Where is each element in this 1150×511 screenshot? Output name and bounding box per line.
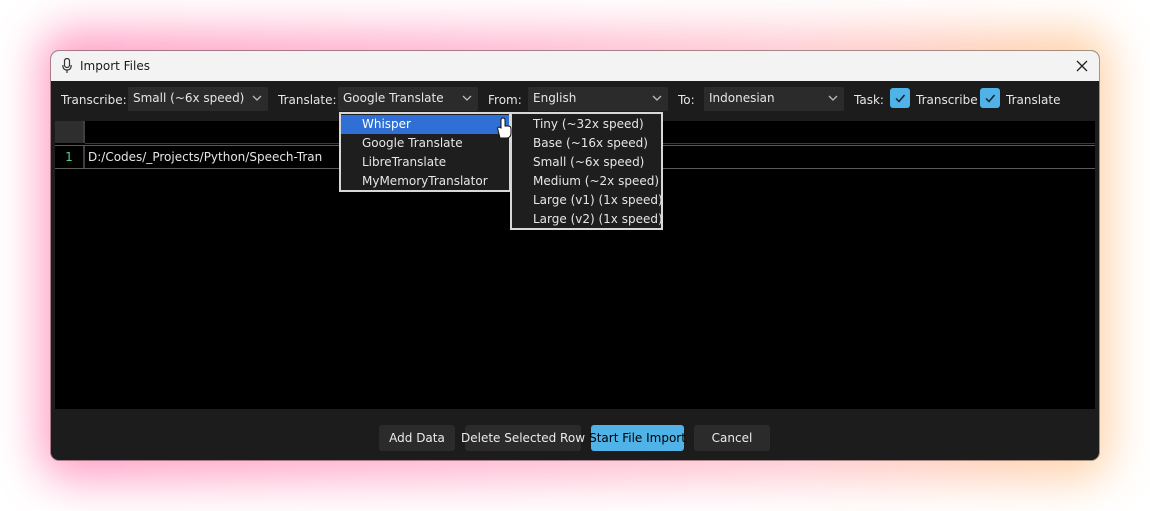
row-number[interactable]: 1 (55, 146, 85, 168)
add-data-button[interactable]: Add Data (379, 425, 455, 451)
table-corner-button[interactable] (55, 121, 85, 143)
translate-engine-menu: Whisper Google Translate LibreTranslate … (339, 112, 511, 192)
menu-item-google-translate[interactable]: Google Translate (341, 134, 509, 153)
from-language-select[interactable]: English (528, 87, 668, 111)
transcribe-checkbox[interactable] (890, 88, 910, 108)
close-icon (1076, 60, 1088, 72)
translate-engine-value: Google Translate (343, 91, 444, 105)
chevron-down-icon (252, 95, 262, 101)
chevron-down-icon (462, 95, 472, 101)
translate-engine-select[interactable]: Google Translate (338, 87, 478, 111)
menu-item-medium[interactable]: Medium (~2x speed) (512, 172, 661, 191)
menu-item-base[interactable]: Base (~16x speed) (512, 134, 661, 153)
start-file-import-button[interactable]: Start File Import (589, 425, 686, 451)
menu-item-tiny[interactable]: Tiny (~32x speed) (512, 115, 661, 134)
hand-cursor-icon (497, 117, 512, 139)
transcribe-checkbox-label[interactable]: Transcribe (916, 93, 978, 107)
menu-item-libretranslate[interactable]: LibreTranslate (341, 153, 509, 172)
transcribe-model-select[interactable]: Small (~6x speed) (128, 87, 268, 111)
cancel-button[interactable]: Cancel (694, 425, 770, 451)
task-label: Task: (854, 93, 884, 107)
chevron-down-icon (828, 95, 838, 101)
from-label: From: (488, 93, 522, 107)
translate-checkbox-label[interactable]: Translate (1006, 93, 1061, 107)
transcribe-label: Transcribe: (61, 93, 127, 107)
close-button[interactable] (1065, 51, 1099, 81)
title-bar: Import Files (51, 51, 1099, 81)
menu-item-mymemorytranslator[interactable]: MyMemoryTranslator (341, 172, 509, 191)
window-title: Import Files (80, 59, 150, 73)
checkmark-icon (985, 94, 996, 103)
chevron-down-icon (652, 95, 662, 101)
menu-item-large-v2[interactable]: Large (v2) (1x speed) (512, 210, 663, 229)
dialog-footer: Add Data Delete Selected Row Start File … (51, 409, 1099, 460)
to-label: To: (678, 93, 695, 107)
to-language-value: Indonesian (709, 91, 775, 105)
translate-checkbox[interactable] (980, 88, 1000, 108)
whisper-model-submenu: Tiny (~32x speed) Base (~16x speed) Smal… (510, 112, 663, 230)
checkmark-icon (895, 94, 906, 103)
from-language-value: English (533, 91, 577, 105)
transcribe-model-value: Small (~6x speed) (133, 91, 245, 105)
to-language-select[interactable]: Indonesian (704, 87, 844, 111)
menu-item-whisper[interactable]: Whisper (341, 115, 509, 134)
microphone-icon (62, 58, 72, 73)
delete-selected-row-button[interactable]: Delete Selected Row (461, 425, 585, 451)
menu-item-large-v1[interactable]: Large (v1) (1x speed) (512, 191, 663, 210)
file-path-cell[interactable]: D:/Codes/_Projects/Python/Speech-Tran (88, 146, 378, 168)
translate-label: Translate: (278, 93, 337, 107)
menu-item-small[interactable]: Small (~6x speed) (512, 153, 661, 172)
